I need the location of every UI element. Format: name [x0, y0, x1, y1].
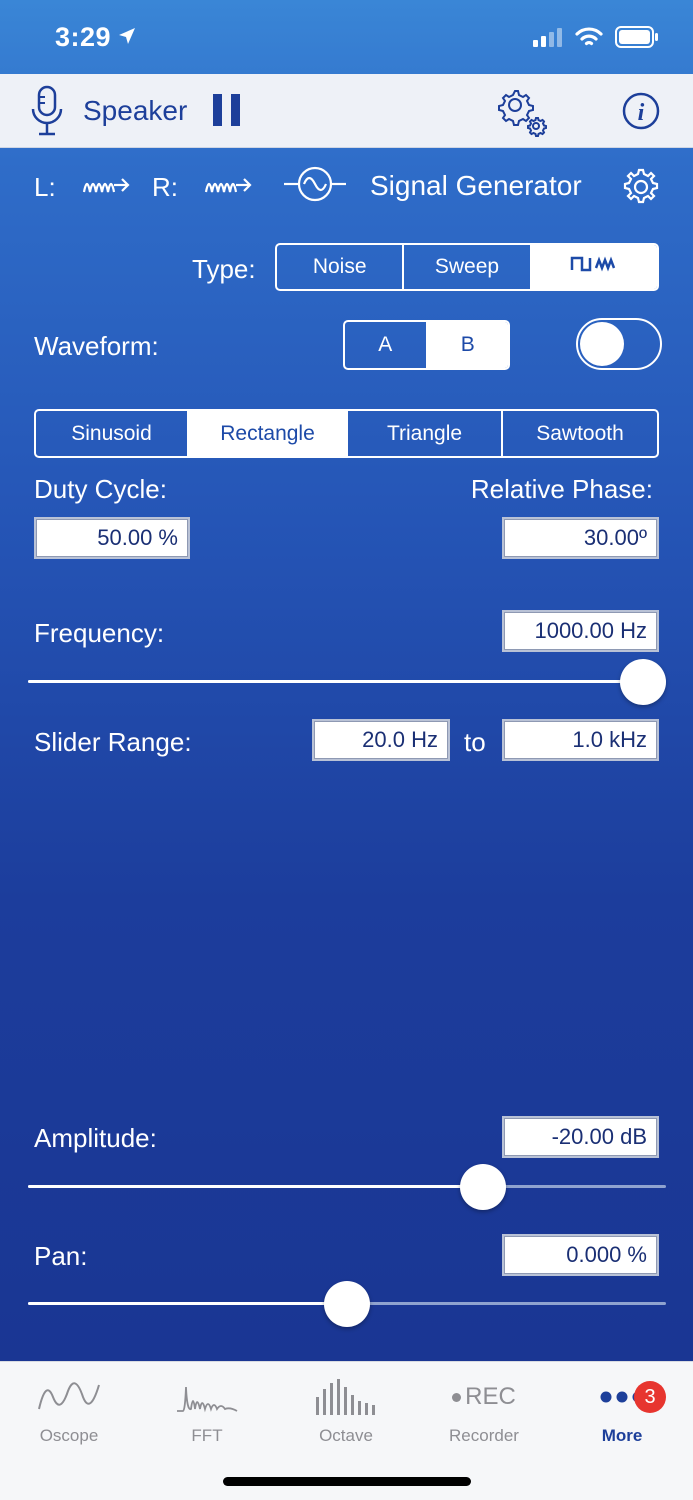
amplitude-slider[interactable]	[28, 1164, 666, 1210]
amplitude-field[interactable]: -20.00 dB	[502, 1116, 659, 1158]
panel-title: Signal Generator	[370, 170, 582, 201]
slider-range-max-field[interactable]: 1.0 kHz	[502, 719, 659, 761]
tab-recorder[interactable]: REC Recorder	[424, 1374, 544, 1446]
waveform-option-a[interactable]: A	[345, 322, 428, 368]
tab-label: More	[601, 1426, 643, 1445]
slider-fill	[28, 680, 643, 683]
settings-gear-icon[interactable]	[496, 86, 548, 143]
signal-generator-icon	[282, 164, 348, 209]
left-channel-waveform-icon[interactable]	[82, 170, 132, 205]
slider-fill	[28, 1302, 347, 1305]
location-arrow-icon	[118, 27, 136, 50]
tab-label: FFT	[191, 1426, 223, 1445]
shape-option-rectangle[interactable]: Rectangle	[189, 411, 348, 456]
duty-cycle-label: Duty Cycle:	[34, 474, 167, 504]
rec-icon: REC	[424, 1374, 544, 1420]
rec-icon-text: REC	[465, 1383, 516, 1410]
type-option-pulse[interactable]	[531, 245, 657, 289]
type-option-sweep[interactable]: Sweep	[404, 245, 532, 289]
status-icons	[533, 26, 659, 53]
tab-label: Octave	[319, 1426, 373, 1445]
slider-range-label: Slider Range:	[34, 727, 192, 757]
shape-option-sawtooth[interactable]: Sawtooth	[503, 411, 657, 456]
frequency-field[interactable]: 1000.00 Hz	[502, 610, 659, 652]
type-segmented-control: Noise Sweep	[275, 243, 659, 291]
relative-phase-label: Relative Phase:	[470, 474, 653, 504]
slider-thumb[interactable]	[620, 659, 666, 705]
status-time: 3:29	[55, 22, 112, 52]
waveform-ab-segmented-control: A B	[343, 320, 510, 370]
fft-icon	[147, 1374, 267, 1420]
left-channel-label: L:	[34, 172, 56, 202]
pan-field[interactable]: 0.000 %	[502, 1234, 659, 1276]
type-label: Type:	[192, 254, 256, 284]
duty-cycle-field[interactable]: 50.00 %	[34, 517, 190, 559]
type-option-noise[interactable]: Noise	[277, 245, 405, 289]
channel-row: L: R: Signal Generator	[0, 150, 693, 220]
home-indicator	[223, 1477, 471, 1486]
slider-thumb[interactable]	[324, 1281, 370, 1327]
status-bar: 3:29	[0, 0, 693, 74]
waveform-label: Waveform:	[34, 331, 159, 361]
tab-label: Oscope	[39, 1426, 99, 1445]
right-channel-label: R:	[152, 172, 178, 202]
tab-more[interactable]: 3 More	[562, 1374, 682, 1446]
tab-fft[interactable]: FFT	[147, 1374, 267, 1446]
wifi-icon	[575, 26, 603, 53]
info-icon[interactable]: i	[621, 91, 661, 136]
waveform-option-b[interactable]: B	[427, 322, 508, 368]
shape-option-sinusoid[interactable]: Sinusoid	[36, 411, 189, 456]
slider-fill	[28, 1185, 484, 1188]
amplitude-label: Amplitude:	[34, 1123, 157, 1153]
frequency-label: Frequency:	[34, 618, 165, 648]
right-channel-waveform-icon[interactable]	[204, 170, 254, 205]
frequency-slider[interactable]	[28, 659, 666, 705]
svg-text:i: i	[638, 100, 645, 126]
input-header: Speaker i	[0, 74, 693, 148]
oscope-icon	[9, 1374, 129, 1420]
octave-icon	[286, 1374, 406, 1420]
microphone-icon[interactable]	[30, 85, 64, 142]
screen: 3:29 Speaker i L: R: Signal Generator Ty…	[0, 0, 693, 1500]
shape-segmented-control: Sinusoid Rectangle Triangle Sawtooth	[34, 409, 659, 458]
input-source-label[interactable]: Speaker	[83, 95, 187, 127]
cellular-signal-icon	[533, 27, 563, 52]
generator-settings-gear-icon[interactable]	[621, 167, 661, 212]
tab-octave[interactable]: Octave	[286, 1374, 406, 1446]
slider-range-min-field[interactable]: 20.0 Hz	[312, 719, 450, 761]
tab-label: Recorder	[449, 1426, 519, 1445]
shape-option-triangle[interactable]: Triangle	[348, 411, 503, 456]
pause-icon[interactable]	[213, 94, 240, 126]
battery-icon	[615, 26, 659, 53]
waveform-toggle-switch[interactable]	[576, 318, 662, 370]
tab-oscope[interactable]: Oscope	[9, 1374, 129, 1446]
toggle-knob	[580, 322, 624, 366]
slider-range-to-label: to	[464, 727, 486, 757]
relative-phase-field[interactable]: 30.00º	[502, 517, 659, 559]
pan-label: Pan:	[34, 1241, 88, 1271]
pan-slider[interactable]	[28, 1281, 666, 1327]
slider-thumb[interactable]	[460, 1164, 507, 1210]
pulse-wave-icon	[570, 254, 618, 280]
more-badge: 3	[634, 1381, 666, 1413]
